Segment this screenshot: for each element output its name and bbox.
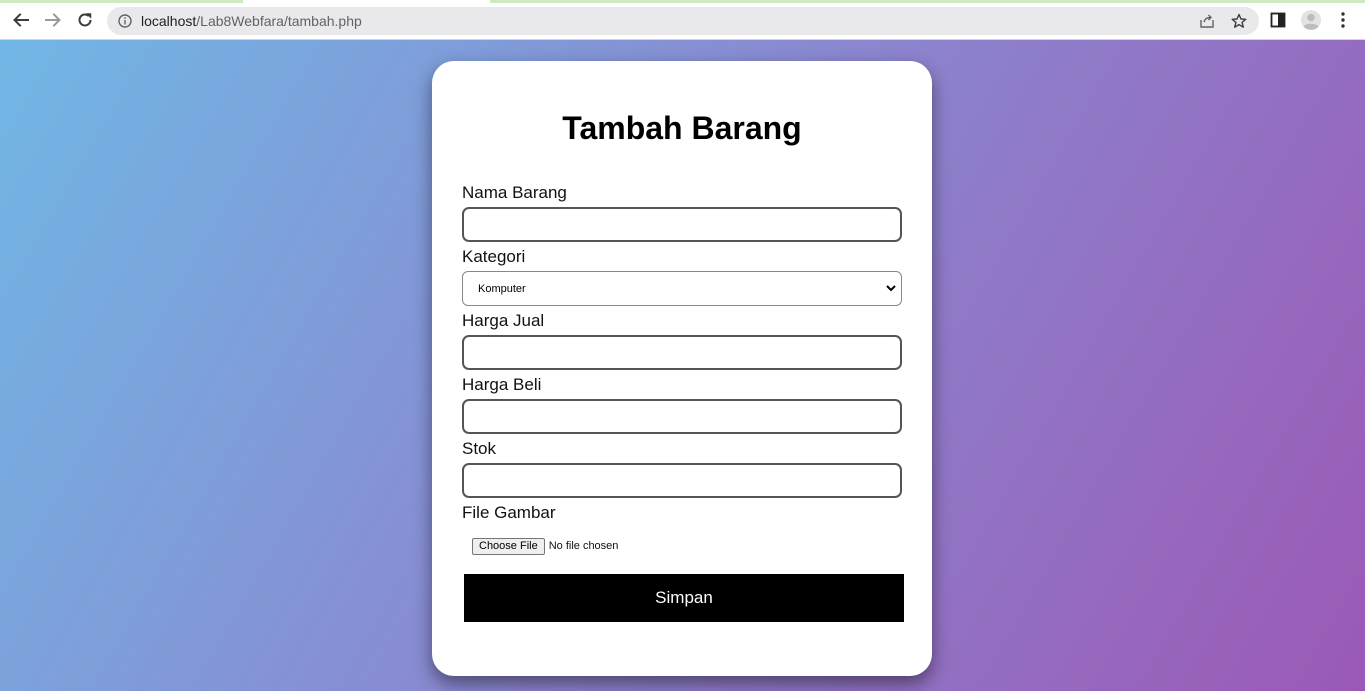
tab-strip-indicator	[490, 0, 1365, 3]
stok-label: Stok	[462, 439, 497, 458]
more-menu-icon[interactable]	[1331, 8, 1355, 32]
url-host: localhost	[141, 13, 197, 29]
side-panel-icon[interactable]	[1266, 8, 1290, 32]
tab-strip-indicator	[0, 0, 243, 3]
nama-barang-input[interactable]	[462, 207, 902, 242]
page-title: Tambah Barang	[562, 110, 802, 146]
nama-barang-label: Nama Barang	[462, 183, 567, 202]
url-path: /Lab8Webfara/tambah.php	[196, 13, 362, 29]
harga-jual-input[interactable]	[462, 335, 902, 370]
form-card: Tambah Barang Nama Barang Kategori Kompu…	[432, 61, 932, 676]
file-status-text: No file chosen	[548, 540, 619, 552]
profile-avatar-icon[interactable]	[1299, 8, 1323, 32]
share-icon[interactable]	[1198, 12, 1216, 30]
forward-icon[interactable]	[41, 8, 65, 32]
back-icon[interactable]	[9, 8, 33, 32]
page-background: Tambah Barang Nama Barang Kategori Kompu…	[0, 40, 1365, 691]
harga-beli-input[interactable]	[462, 399, 902, 434]
bookmark-star-icon[interactable]	[1230, 12, 1248, 30]
address-url: localhost/Lab8Webfara/tambah.php	[141, 13, 362, 29]
harga-jual-label: Harga Jual	[462, 311, 545, 330]
browser-toolbar: localhost/Lab8Webfara/tambah.php	[0, 0, 1365, 40]
file-input: Choose File No file chosen	[472, 537, 618, 555]
chevron-down-icon	[885, 282, 897, 294]
kategori-label: Kategori	[462, 247, 526, 266]
kategori-selected-value: Komputer	[478, 283, 526, 295]
simpan-button[interactable]: Simpan	[464, 574, 904, 622]
address-bar[interactable]: localhost/Lab8Webfara/tambah.php	[107, 7, 1259, 35]
harga-beli-label: Harga Beli	[462, 375, 542, 394]
choose-file-button[interactable]: Choose File	[472, 537, 545, 555]
file-gambar-label: File Gambar	[462, 503, 556, 522]
stok-input[interactable]	[462, 463, 902, 498]
site-info-icon[interactable]	[117, 13, 133, 29]
kategori-select[interactable]: Komputer	[462, 271, 902, 306]
reload-icon[interactable]	[73, 8, 97, 32]
